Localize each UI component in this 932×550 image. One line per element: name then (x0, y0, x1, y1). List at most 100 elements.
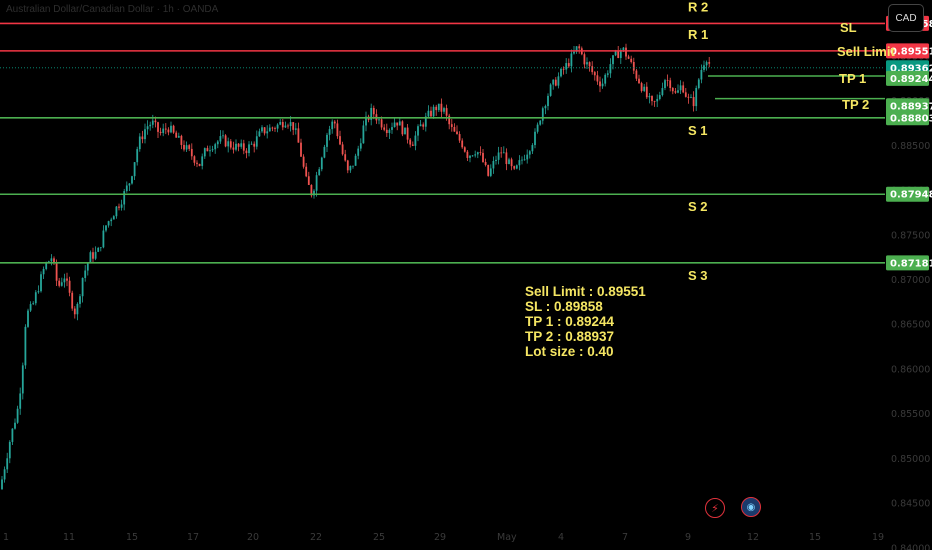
candle-body (250, 143, 253, 145)
candle-body (320, 157, 323, 170)
candle-body (523, 159, 526, 161)
candle-body (333, 121, 336, 124)
candle-body (591, 66, 594, 73)
candle-body (528, 151, 531, 155)
candle-body (539, 120, 542, 125)
candle-body (60, 282, 63, 286)
x-tick-label: 19 (872, 532, 884, 543)
candle-body (349, 165, 352, 171)
candle-body (159, 131, 162, 134)
candle-body (677, 90, 679, 93)
x-tick-label: 12 (747, 532, 759, 543)
candle-body (562, 68, 565, 70)
candle-body (172, 125, 175, 133)
candle-body (404, 127, 406, 135)
candle-body (287, 125, 289, 127)
lightning-icon[interactable]: ⚡ (705, 498, 725, 518)
candle-body (261, 127, 263, 132)
candle-body (567, 63, 570, 67)
candle-body (708, 62, 711, 64)
candle-body (211, 149, 214, 151)
candle-body (432, 106, 435, 117)
candle-body (547, 95, 549, 107)
candle-body (357, 148, 360, 156)
candle-body (697, 79, 700, 88)
candle-body (630, 58, 633, 63)
candle-body (489, 168, 492, 176)
candle-body (346, 160, 349, 171)
candle-body (37, 291, 40, 293)
candle-body (604, 74, 607, 84)
candle-body (177, 135, 180, 138)
level-annotation: TP 2 (842, 97, 869, 112)
candle-body (635, 70, 638, 79)
candle-body (266, 131, 269, 134)
candle-body (196, 162, 198, 164)
price-tag-text: 0.88803 (890, 113, 932, 124)
candle-body (42, 268, 45, 275)
price-chart[interactable]: 0.84000 0.84500 0.85000 0.85500 0.86000 0.865… (0, 0, 932, 550)
candle-body (651, 96, 653, 102)
candle-body (461, 140, 464, 148)
candle-body (107, 221, 110, 226)
candle-body (703, 65, 705, 70)
candle-body (40, 274, 42, 292)
candle-body (81, 277, 84, 297)
candle-body (557, 76, 560, 86)
candle-body (180, 135, 183, 145)
candle-body (294, 128, 297, 130)
candle-body (146, 126, 149, 130)
candle-body (21, 365, 24, 394)
candle-body (653, 101, 656, 102)
candle-body (144, 129, 146, 140)
candle-body (237, 143, 240, 147)
candle-body (645, 86, 648, 98)
candle-body (643, 86, 646, 91)
candle-body (235, 143, 237, 150)
candle-body (448, 115, 451, 125)
candle-body (328, 129, 331, 135)
candle-body (378, 119, 380, 121)
candle-body (536, 124, 539, 132)
y-tick-label: 0.86000 (891, 364, 930, 375)
candle-body (671, 88, 674, 92)
candle-body (578, 46, 581, 49)
candle-body (565, 63, 568, 70)
candle-body (521, 159, 523, 161)
candle-body (679, 85, 682, 91)
candle-body (331, 121, 334, 130)
level-annotation: SL (840, 20, 857, 35)
y-tick-label: 0.87500 (891, 230, 930, 241)
x-tick-label: 1 (3, 532, 9, 543)
sl-text: SL : 0.89858 (525, 299, 603, 314)
candle-body (141, 136, 144, 140)
candle-body (115, 206, 118, 217)
candle-body (216, 141, 219, 145)
candle-body (458, 134, 461, 141)
candle-body (276, 124, 279, 129)
candle-body (625, 47, 627, 57)
candle-body (383, 127, 386, 130)
candle-body (154, 120, 157, 123)
candle-body (125, 185, 128, 192)
candle-body (456, 131, 458, 135)
candle-body (515, 165, 518, 169)
candle-body (66, 278, 68, 281)
candle-body (258, 131, 261, 137)
candle-body (133, 162, 136, 177)
candle-body (112, 216, 115, 220)
candle-body (68, 280, 71, 293)
candle-body (354, 155, 357, 166)
y-tick-label: 0.84000 (891, 543, 930, 550)
candle-body (445, 108, 448, 116)
candle-body (227, 141, 230, 147)
currency-button[interactable]: CAD (888, 4, 924, 32)
candle-body (502, 152, 505, 154)
candle-body (120, 204, 123, 208)
candle-body (242, 143, 245, 151)
candle-body (417, 126, 419, 136)
candle-body (666, 80, 669, 81)
globe-icon[interactable]: ◉ (741, 497, 761, 517)
candle-body (305, 166, 308, 177)
candle-body (255, 136, 258, 147)
